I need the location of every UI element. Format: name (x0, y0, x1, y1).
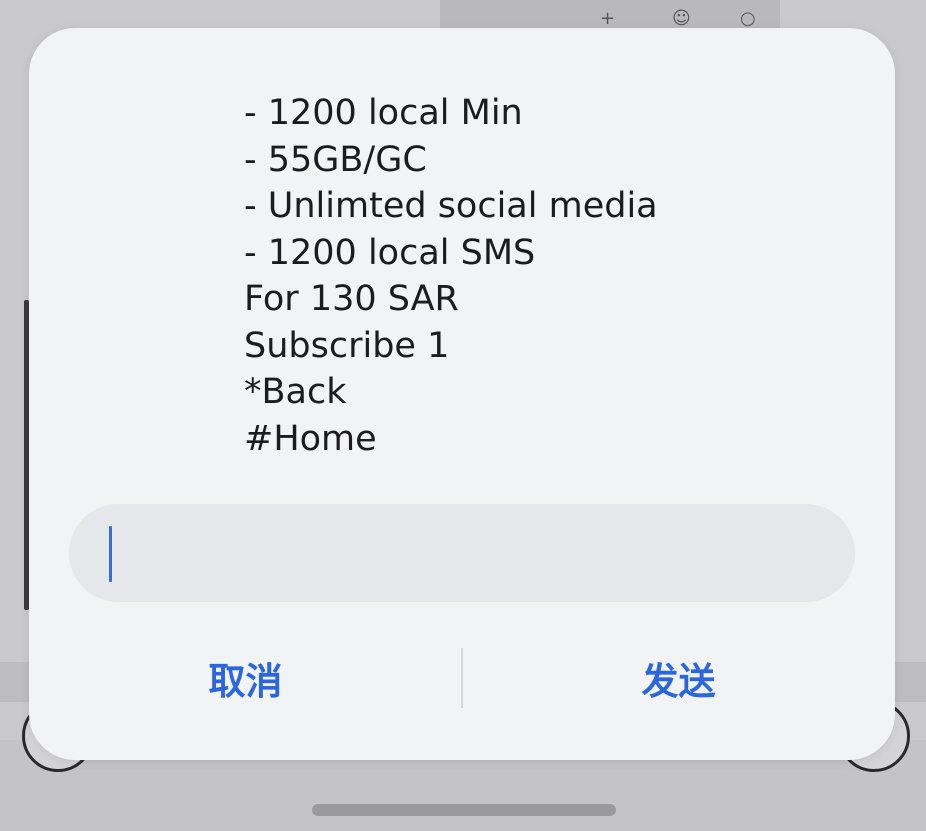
message-line: #Home (244, 418, 377, 459)
ussd-message: - 1200 local Min - 55GB/GC - Unlimted so… (244, 90, 864, 462)
plus-icon: + (600, 8, 616, 29)
dialog-buttons: 取消 发送 (29, 626, 895, 730)
ussd-dialog: - 1200 local Min - 55GB/GC - Unlimted so… (29, 28, 895, 760)
send-button[interactable]: 发送 (462, 626, 895, 730)
home-indicator[interactable] (312, 804, 616, 816)
person-icon: ☺ (672, 8, 691, 29)
text-caret (109, 526, 112, 582)
reply-input[interactable] (69, 504, 855, 602)
message-line: - Unlimted social media (244, 186, 658, 226)
message-line: - 1200 local SMS (244, 232, 536, 273)
message-line: - 1200 local Min (244, 93, 523, 133)
message-line: - 55GB/GC (244, 139, 427, 180)
message-line: For 130 SAR (244, 279, 459, 319)
message-line: Subscribe 1 (244, 325, 450, 366)
screen: + ☺ ○ - 1200 local Min - 55GB/GC - Unlim… (0, 0, 926, 831)
message-line: *Back (244, 372, 347, 412)
cancel-button[interactable]: 取消 (29, 626, 462, 730)
circle-icon: ○ (740, 8, 756, 29)
